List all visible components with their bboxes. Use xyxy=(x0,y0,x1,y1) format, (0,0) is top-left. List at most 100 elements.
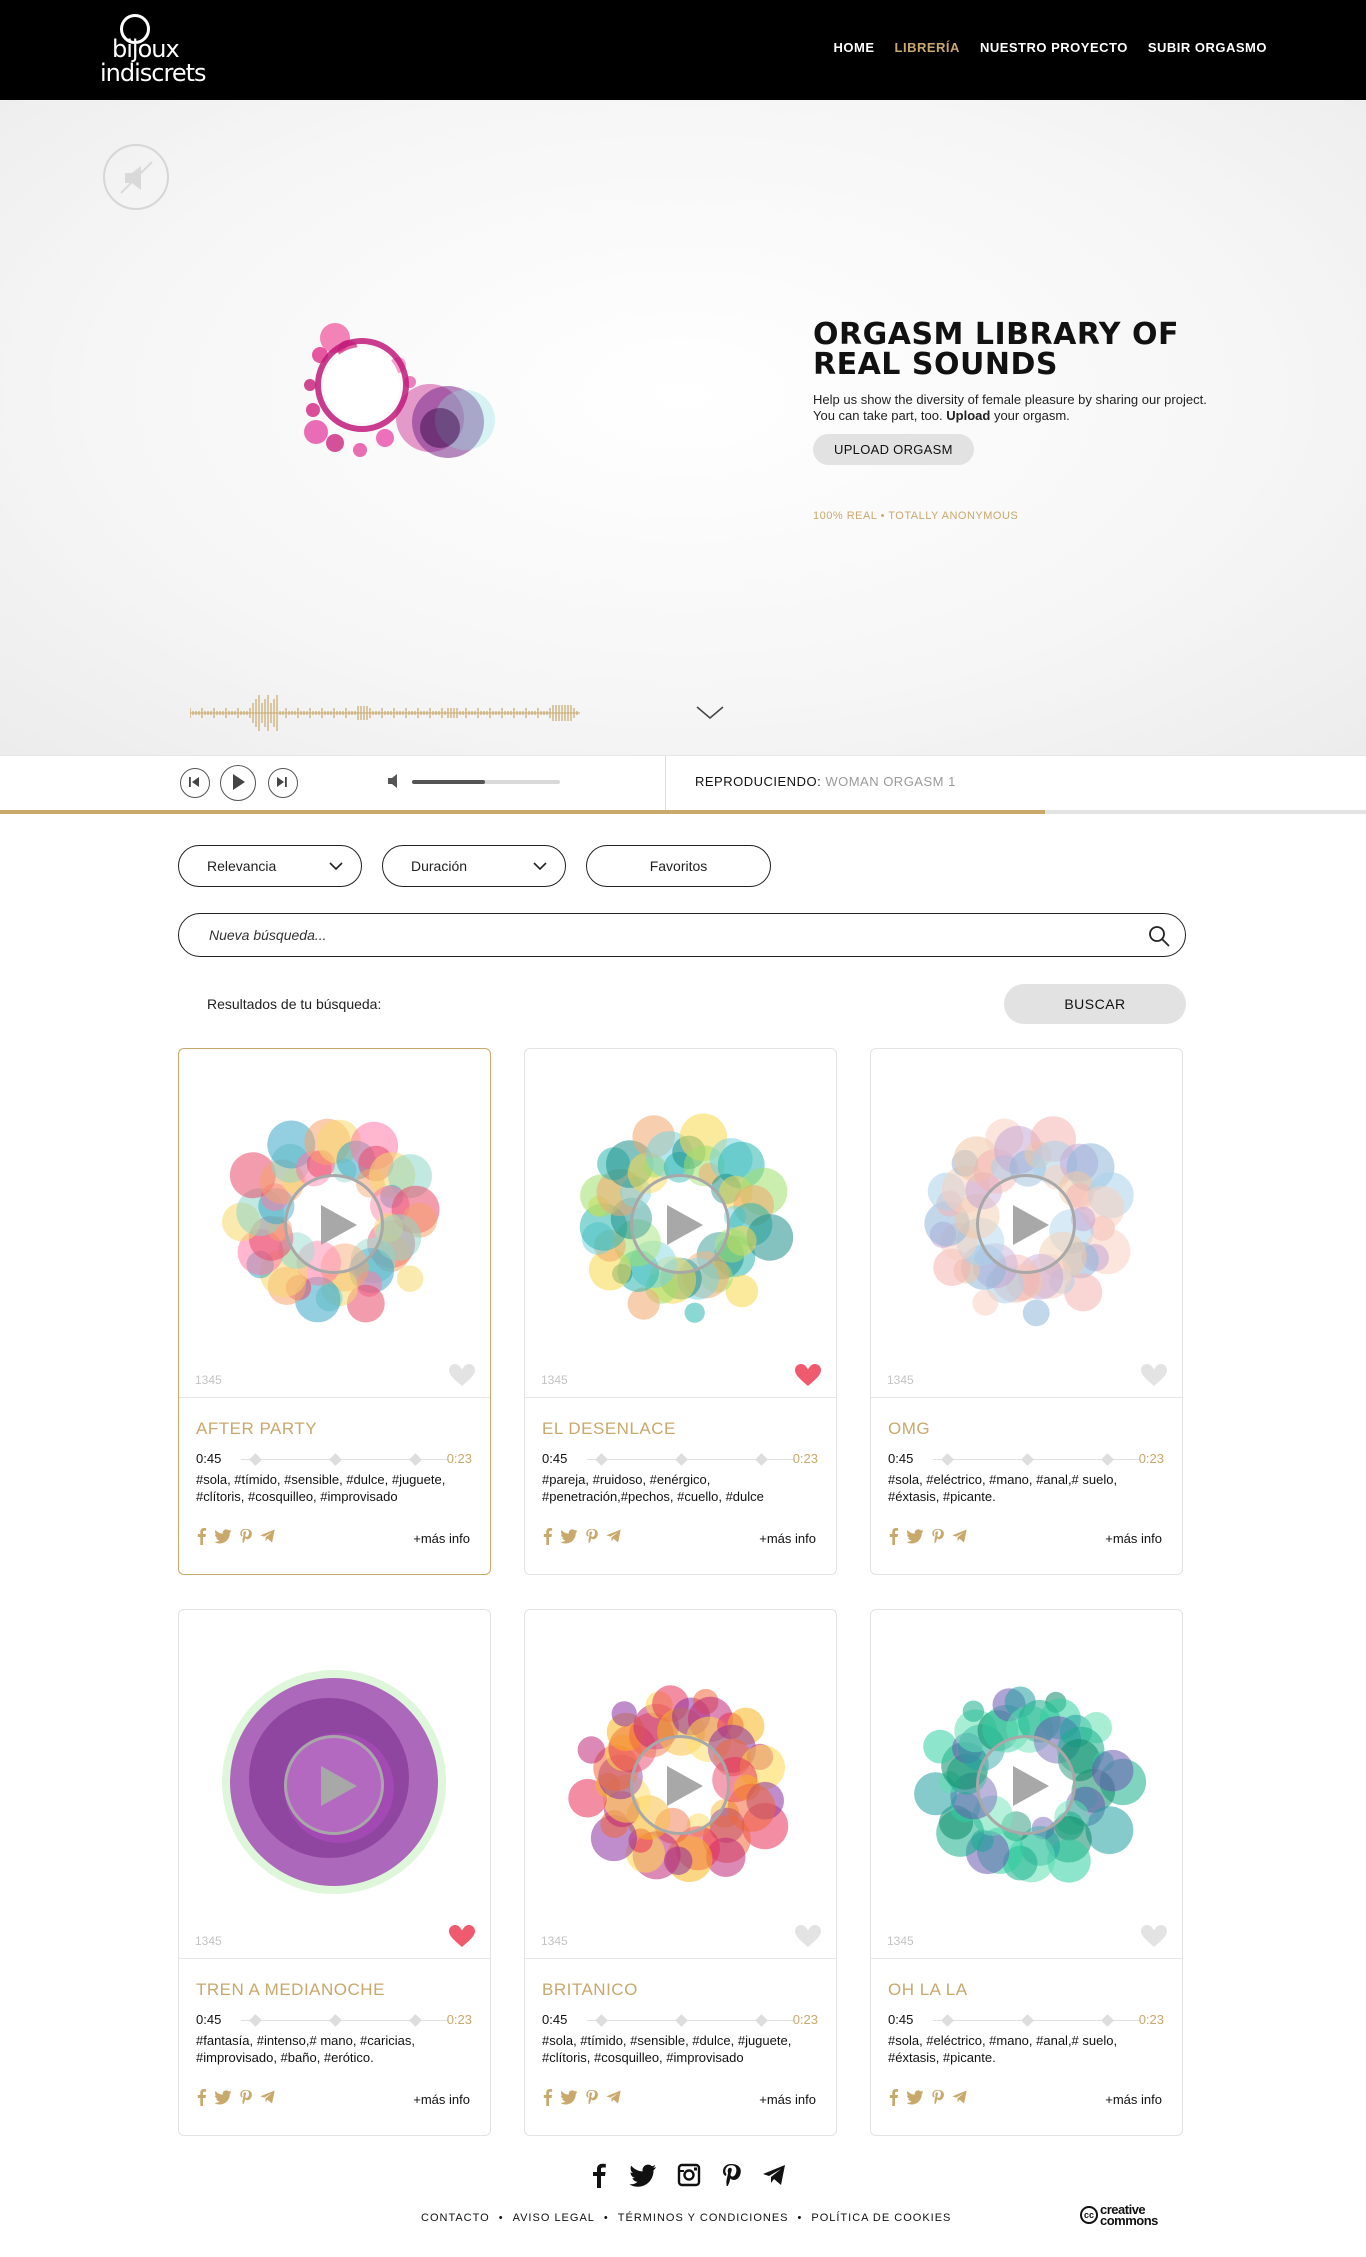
track-play-button[interactable] xyxy=(630,1174,730,1274)
chevron-down-icon[interactable] xyxy=(695,705,725,721)
pinterest-icon[interactable] xyxy=(721,2162,741,2188)
pinterest-icon[interactable] xyxy=(585,2088,598,2106)
instagram-icon[interactable] xyxy=(677,2162,701,2188)
volume-icon[interactable] xyxy=(386,772,404,790)
pinterest-icon[interactable] xyxy=(585,1527,598,1545)
volume-slider[interactable] xyxy=(412,780,560,784)
buscar-button[interactable]: BUSCAR xyxy=(1004,984,1186,1024)
favorite-heart-icon[interactable] xyxy=(794,1362,822,1388)
facebook-icon[interactable] xyxy=(888,1527,899,1545)
play-icon xyxy=(1013,1205,1049,1245)
sort-dropdown[interactable]: Relevancia xyxy=(178,845,362,887)
favorite-heart-icon[interactable] xyxy=(794,1923,822,1949)
track-card[interactable]: 1345 BRITANICO 0:45 0:23 #sola, #tímido,… xyxy=(524,1609,837,2136)
nav-home[interactable]: HOME xyxy=(834,40,875,55)
twitter-icon[interactable] xyxy=(214,1527,232,1545)
search-input[interactable]: Nueva búsqueda... xyxy=(209,927,327,943)
upload-orgasm-button[interactable]: UPLOAD ORGASM xyxy=(813,434,974,465)
footer-link-aviso-legal[interactable]: AVISO LEGAL xyxy=(513,2212,595,2224)
track-title[interactable]: OH LA LA xyxy=(888,1980,968,2000)
track-play-button[interactable] xyxy=(630,1735,730,1835)
time-elapsed: 0:45 xyxy=(196,2012,222,2027)
nav-proyecto[interactable]: NUESTRO PROYECTO xyxy=(980,40,1128,55)
pinterest-icon[interactable] xyxy=(931,1527,944,1545)
waveform-marker xyxy=(755,1453,768,1466)
brand-logo[interactable]: bijoux indiscrets xyxy=(100,14,206,86)
search-bar[interactable]: Nueva búsqueda... xyxy=(178,913,1186,957)
time-elapsed: 0:45 xyxy=(542,1451,568,1466)
facebook-icon[interactable] xyxy=(542,1527,553,1545)
footer-link-terminos[interactable]: TÉRMINOS Y CONDICIONES xyxy=(618,2212,789,2224)
facebook-icon[interactable] xyxy=(589,2162,609,2188)
favorites-filter[interactable]: Favoritos xyxy=(586,845,771,887)
track-play-button[interactable] xyxy=(284,1174,384,1274)
track-mini-progress[interactable] xyxy=(587,2014,795,2027)
track-card[interactable]: 1345 AFTER PARTY 0:45 0:23 #sola, #tímid… xyxy=(178,1048,491,1575)
playback-progress-bar[interactable] xyxy=(0,810,1366,814)
telegram-icon[interactable] xyxy=(259,1527,276,1545)
telegram-icon[interactable] xyxy=(951,2088,968,2106)
more-info-link[interactable]: +más info xyxy=(759,1531,816,1546)
telegram-icon[interactable] xyxy=(605,2088,622,2106)
track-title[interactable]: OMG xyxy=(888,1419,930,1439)
footer-link-cookies[interactable]: POLÍTICA DE COOKIES xyxy=(811,2212,951,2224)
tags-line-2: #clítoris, #cosquilleo, #improvisado xyxy=(196,1489,398,1504)
facebook-icon[interactable] xyxy=(196,2088,207,2106)
track-mini-progress[interactable] xyxy=(933,2014,1141,2027)
track-mini-progress[interactable] xyxy=(241,1453,449,1466)
more-info-link[interactable]: +más info xyxy=(1105,1531,1162,1546)
twitter-icon[interactable] xyxy=(629,2162,657,2188)
favorite-heart-icon[interactable] xyxy=(1140,1362,1168,1388)
more-info-link[interactable]: +más info xyxy=(413,1531,470,1546)
twitter-icon[interactable] xyxy=(560,2088,578,2106)
twitter-icon[interactable] xyxy=(906,2088,924,2106)
time-elapsed: 0:45 xyxy=(196,1451,222,1466)
track-play-button[interactable] xyxy=(284,1735,384,1835)
twitter-icon[interactable] xyxy=(214,2088,232,2106)
track-title[interactable]: BRITANICO xyxy=(542,1980,638,2000)
track-play-button[interactable] xyxy=(976,1735,1076,1835)
more-info-link[interactable]: +más info xyxy=(413,2092,470,2107)
track-card[interactable]: 1345 OH LA LA 0:45 0:23 #sola, #eléctric… xyxy=(870,1609,1183,2136)
track-mini-progress[interactable] xyxy=(587,1453,795,1466)
telegram-icon[interactable] xyxy=(761,2162,787,2188)
next-button[interactable] xyxy=(268,768,298,798)
track-mini-progress[interactable] xyxy=(933,1453,1141,1466)
facebook-icon[interactable] xyxy=(196,1527,207,1545)
share-icons xyxy=(888,2088,968,2106)
duration-dropdown[interactable]: Duración xyxy=(382,845,566,887)
track-card[interactable]: 1345 TREN A MEDIANOCHE 0:45 0:23 #fantas… xyxy=(178,1609,491,2136)
mute-button[interactable] xyxy=(103,144,169,210)
telegram-icon[interactable] xyxy=(951,1527,968,1545)
favorite-heart-icon[interactable] xyxy=(1140,1923,1168,1949)
previous-button[interactable] xyxy=(180,768,210,798)
track-card[interactable]: 1345 EL DESENLACE 0:45 0:23 #pareja, #ru… xyxy=(524,1048,837,1575)
more-info-link[interactable]: +más info xyxy=(1105,2092,1162,2107)
more-info-link[interactable]: +más info xyxy=(759,2092,816,2107)
facebook-icon[interactable] xyxy=(542,2088,553,2106)
telegram-icon[interactable] xyxy=(605,1527,622,1545)
pinterest-icon[interactable] xyxy=(239,2088,252,2106)
search-icon[interactable] xyxy=(1147,924,1171,948)
track-title[interactable]: TREN A MEDIANOCHE xyxy=(196,1980,385,2000)
twitter-icon[interactable] xyxy=(906,1527,924,1545)
favorite-heart-icon[interactable] xyxy=(448,1923,476,1949)
footer-link-contacto[interactable]: CONTACTO xyxy=(421,2212,490,2224)
facebook-icon[interactable] xyxy=(888,2088,899,2106)
sort-dropdown-label: Relevancia xyxy=(207,858,277,874)
footer-links: CONTACTO • AVISO LEGAL • TÉRMINOS Y CONDIC… xyxy=(421,2212,951,2224)
pinterest-icon[interactable] xyxy=(239,1527,252,1545)
play-button[interactable] xyxy=(220,765,256,801)
track-card[interactable]: 1345 OMG 0:45 0:23 #sola, #eléctrico, #m… xyxy=(870,1048,1183,1575)
track-title[interactable]: EL DESENLACE xyxy=(542,1419,676,1439)
track-title[interactable]: AFTER PARTY xyxy=(196,1419,317,1439)
nav-subir[interactable]: SUBIR ORGASMO xyxy=(1148,40,1267,55)
twitter-icon[interactable] xyxy=(560,1527,578,1545)
pinterest-icon[interactable] xyxy=(931,2088,944,2106)
creative-commons-badge[interactable]: cc creative commons xyxy=(1080,2203,1158,2227)
nav-libreria[interactable]: LIBRERÍA xyxy=(895,40,960,55)
track-play-button[interactable] xyxy=(976,1174,1076,1274)
track-mini-progress[interactable] xyxy=(241,2014,449,2027)
telegram-icon[interactable] xyxy=(259,2088,276,2106)
favorite-heart-icon[interactable] xyxy=(448,1362,476,1388)
